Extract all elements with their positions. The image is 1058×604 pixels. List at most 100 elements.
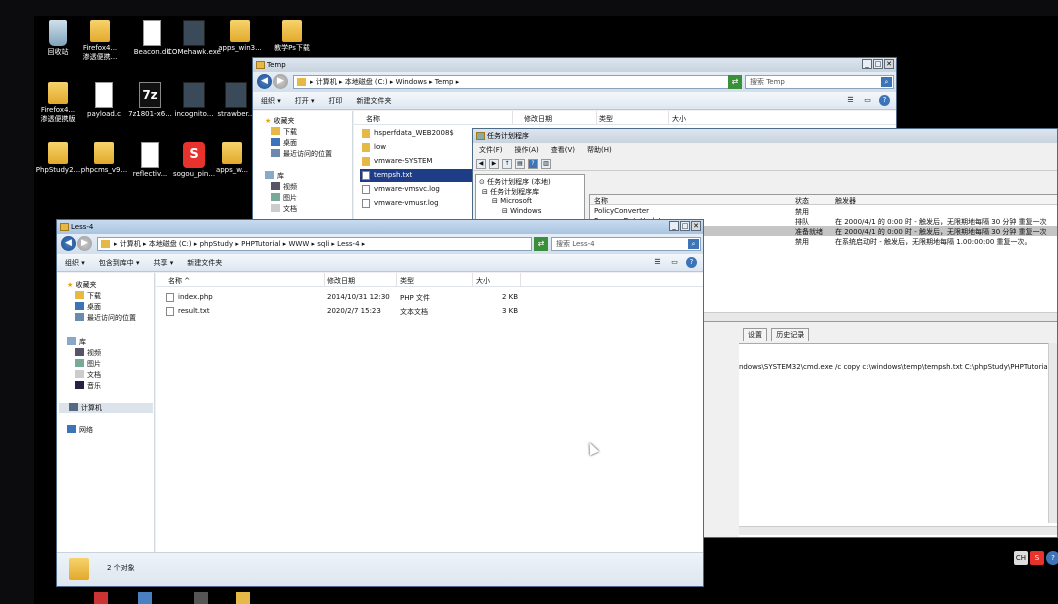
nav-network[interactable]: 网络 bbox=[67, 425, 93, 435]
less4-titlebar[interactable]: Less-4 _ □ ✕ bbox=[57, 220, 703, 234]
close-button[interactable]: ✕ bbox=[691, 221, 701, 231]
file-row[interactable]: vmware-vmsvc.log bbox=[360, 183, 472, 196]
tab-settings[interactable]: 设置 bbox=[743, 328, 767, 341]
include-library-menu[interactable]: 包含到库中 ▾ bbox=[99, 258, 140, 268]
vertical-scrollbar[interactable] bbox=[1048, 343, 1057, 523]
breadcrumb[interactable]: ▸ 计算机 ▸ 本地磁盘 (C:) ▸ Windows ▸ Temp ▸ bbox=[293, 75, 736, 89]
forward-icon[interactable]: ▶ bbox=[489, 158, 499, 169]
help-icon[interactable]: ? bbox=[1046, 551, 1058, 565]
nav-documents[interactable]: 文档 bbox=[75, 370, 101, 380]
new-folder-button[interactable]: 新建文件夹 bbox=[187, 258, 222, 268]
maximize-button[interactable]: □ bbox=[680, 221, 690, 231]
nav-library[interactable]: 库 bbox=[265, 171, 284, 181]
nav-recent[interactable]: 最近访问的位置 bbox=[271, 149, 332, 159]
col-type[interactable]: 类型 bbox=[599, 114, 613, 124]
minimize-button[interactable]: _ bbox=[669, 221, 679, 231]
minimize-button[interactable]: _ bbox=[862, 59, 872, 69]
menu-action[interactable]: 操作(A) bbox=[515, 145, 539, 155]
maximize-button[interactable]: □ bbox=[873, 59, 883, 69]
search-input[interactable]: 搜索 Less-4 ⌕ bbox=[551, 237, 701, 251]
file-row[interactable]: tempsh.txt bbox=[360, 169, 472, 182]
preview-pane-icon[interactable]: ▭ bbox=[862, 95, 873, 106]
refresh-button[interactable]: ⇄ bbox=[728, 75, 742, 89]
menu-file[interactable]: 文件(F) bbox=[479, 145, 503, 155]
col-date[interactable]: 修改日期 bbox=[327, 276, 355, 286]
menu-help[interactable]: 帮助(H) bbox=[587, 145, 612, 155]
forward-button[interactable]: ▶ bbox=[77, 236, 92, 251]
nav-pictures[interactable]: 图片 bbox=[75, 359, 101, 369]
view-mode-icon[interactable]: ☰ bbox=[845, 95, 856, 106]
close-button[interactable]: ✕ bbox=[884, 59, 894, 69]
open-menu[interactable]: 打开 ▾ bbox=[295, 96, 315, 106]
task-row[interactable]: PolicyConverter 禁用 bbox=[590, 206, 1057, 216]
col-task-name[interactable]: 名称 bbox=[594, 196, 608, 206]
organize-menu[interactable]: 组织 ▾ bbox=[65, 258, 85, 268]
search-icon[interactable]: ⌕ bbox=[881, 77, 892, 87]
nav-downloads[interactable]: 下载 bbox=[75, 291, 101, 301]
breadcrumb[interactable]: ▸ 计算机 ▸ 本地磁盘 (C:) ▸ phpStudy ▸ PHPTutori… bbox=[97, 237, 532, 251]
menu-view[interactable]: 查看(V) bbox=[551, 145, 575, 155]
organize-menu[interactable]: 组织 ▾ bbox=[261, 96, 281, 106]
tab-history[interactable]: 历史记录 bbox=[771, 328, 810, 341]
properties-icon[interactable]: ▤ bbox=[515, 158, 525, 169]
share-menu[interactable]: 共享 ▾ bbox=[154, 258, 174, 268]
help-icon[interactable]: ? bbox=[686, 257, 697, 268]
nav-pictures[interactable]: 图片 bbox=[271, 193, 297, 203]
col-size[interactable]: 大小 bbox=[672, 114, 686, 124]
file-row[interactable]: result.txt 2020/2/7 15:23 文本文档 3 KB bbox=[162, 305, 703, 318]
tree-microsoft[interactable]: ⊟ Microsoft bbox=[492, 197, 532, 205]
pane-icon[interactable]: ▥ bbox=[541, 158, 551, 169]
file-row[interactable]: hsperfdata_WEB2008$ bbox=[360, 127, 472, 140]
detail-scrollbar[interactable] bbox=[739, 526, 1057, 535]
temp-titlebar[interactable]: Temp _ □ ✕ bbox=[253, 58, 896, 72]
help-icon[interactable]: ? bbox=[879, 95, 890, 106]
tree-root[interactable]: ⊙ 任务计划程序 (本地) bbox=[479, 177, 551, 187]
forward-button[interactable]: ▶ bbox=[273, 74, 288, 89]
search-input[interactable]: 搜索 Temp ⌕ bbox=[745, 75, 894, 89]
tool-icon[interactable] bbox=[194, 592, 208, 604]
scheduler-titlebar[interactable]: 任务计划程序 bbox=[473, 129, 1057, 143]
nav-computer[interactable]: 计算机 bbox=[59, 403, 153, 413]
help-icon[interactable]: ? bbox=[528, 158, 538, 169]
file-row[interactable]: vmware-SYSTEM bbox=[360, 155, 472, 168]
col-task-status[interactable]: 状态 bbox=[795, 196, 809, 206]
preview-pane-icon[interactable]: ▭ bbox=[669, 257, 680, 268]
nav-documents[interactable]: 文档 bbox=[271, 204, 297, 214]
col-type[interactable]: 类型 bbox=[400, 276, 414, 286]
print-button[interactable]: 打印 bbox=[329, 96, 343, 106]
col-name[interactable]: 名称 bbox=[366, 114, 380, 124]
view-mode-icon[interactable]: ☰ bbox=[652, 257, 663, 268]
desktop-icon[interactable]: Firefox4... 渗透便携... bbox=[72, 20, 128, 62]
nav-downloads[interactable]: 下载 bbox=[271, 127, 297, 137]
col-task-trigger[interactable]: 触发器 bbox=[835, 196, 856, 206]
nav-videos[interactable]: 视频 bbox=[75, 348, 101, 358]
ime-indicator[interactable]: CH bbox=[1014, 551, 1028, 565]
network-tool-icon[interactable] bbox=[138, 592, 152, 604]
nav-favorites[interactable]: ★ 收藏夹 bbox=[265, 116, 295, 126]
file-row[interactable]: vmware-vmusr.log bbox=[360, 197, 472, 210]
refresh-button[interactable]: ⇄ bbox=[534, 237, 548, 251]
folder-icon[interactable] bbox=[236, 592, 250, 604]
tree-windows[interactable]: ⊟ Windows bbox=[502, 207, 541, 215]
nav-desktop[interactable]: 桌面 bbox=[271, 138, 297, 148]
file-row[interactable]: index.php 2014/10/31 12:30 PHP 文件 2 KB bbox=[162, 291, 703, 304]
back-button[interactable]: ◀ bbox=[257, 74, 272, 89]
col-size[interactable]: 大小 bbox=[476, 276, 490, 286]
nav-videos[interactable]: 视频 bbox=[271, 182, 297, 192]
nav-music[interactable]: 音乐 bbox=[75, 381, 101, 391]
nav-favorites[interactable]: ★ 收藏夹 bbox=[67, 280, 97, 290]
nav-library[interactable]: 库 bbox=[67, 337, 86, 347]
desktop-icon[interactable]: 教学Ps下载 bbox=[264, 20, 320, 53]
tree-library[interactable]: ⊟ 任务计划程序库 bbox=[482, 187, 539, 197]
col-name[interactable]: 名称 ^ bbox=[168, 276, 190, 286]
nav-recent[interactable]: 最近访问的位置 bbox=[75, 313, 136, 323]
back-button[interactable]: ◀ bbox=[61, 236, 76, 251]
back-icon[interactable]: ◀ bbox=[476, 158, 486, 169]
desktop-icon[interactable]: apps_win3... bbox=[212, 20, 268, 53]
file-row[interactable]: low bbox=[360, 141, 472, 154]
up-icon[interactable]: ↑ bbox=[502, 158, 512, 169]
nav-desktop[interactable]: 桌面 bbox=[75, 302, 101, 312]
search-icon[interactable]: ⌕ bbox=[688, 239, 699, 249]
sogou-icon[interactable]: S bbox=[1030, 551, 1044, 565]
java-icon[interactable] bbox=[94, 592, 108, 604]
